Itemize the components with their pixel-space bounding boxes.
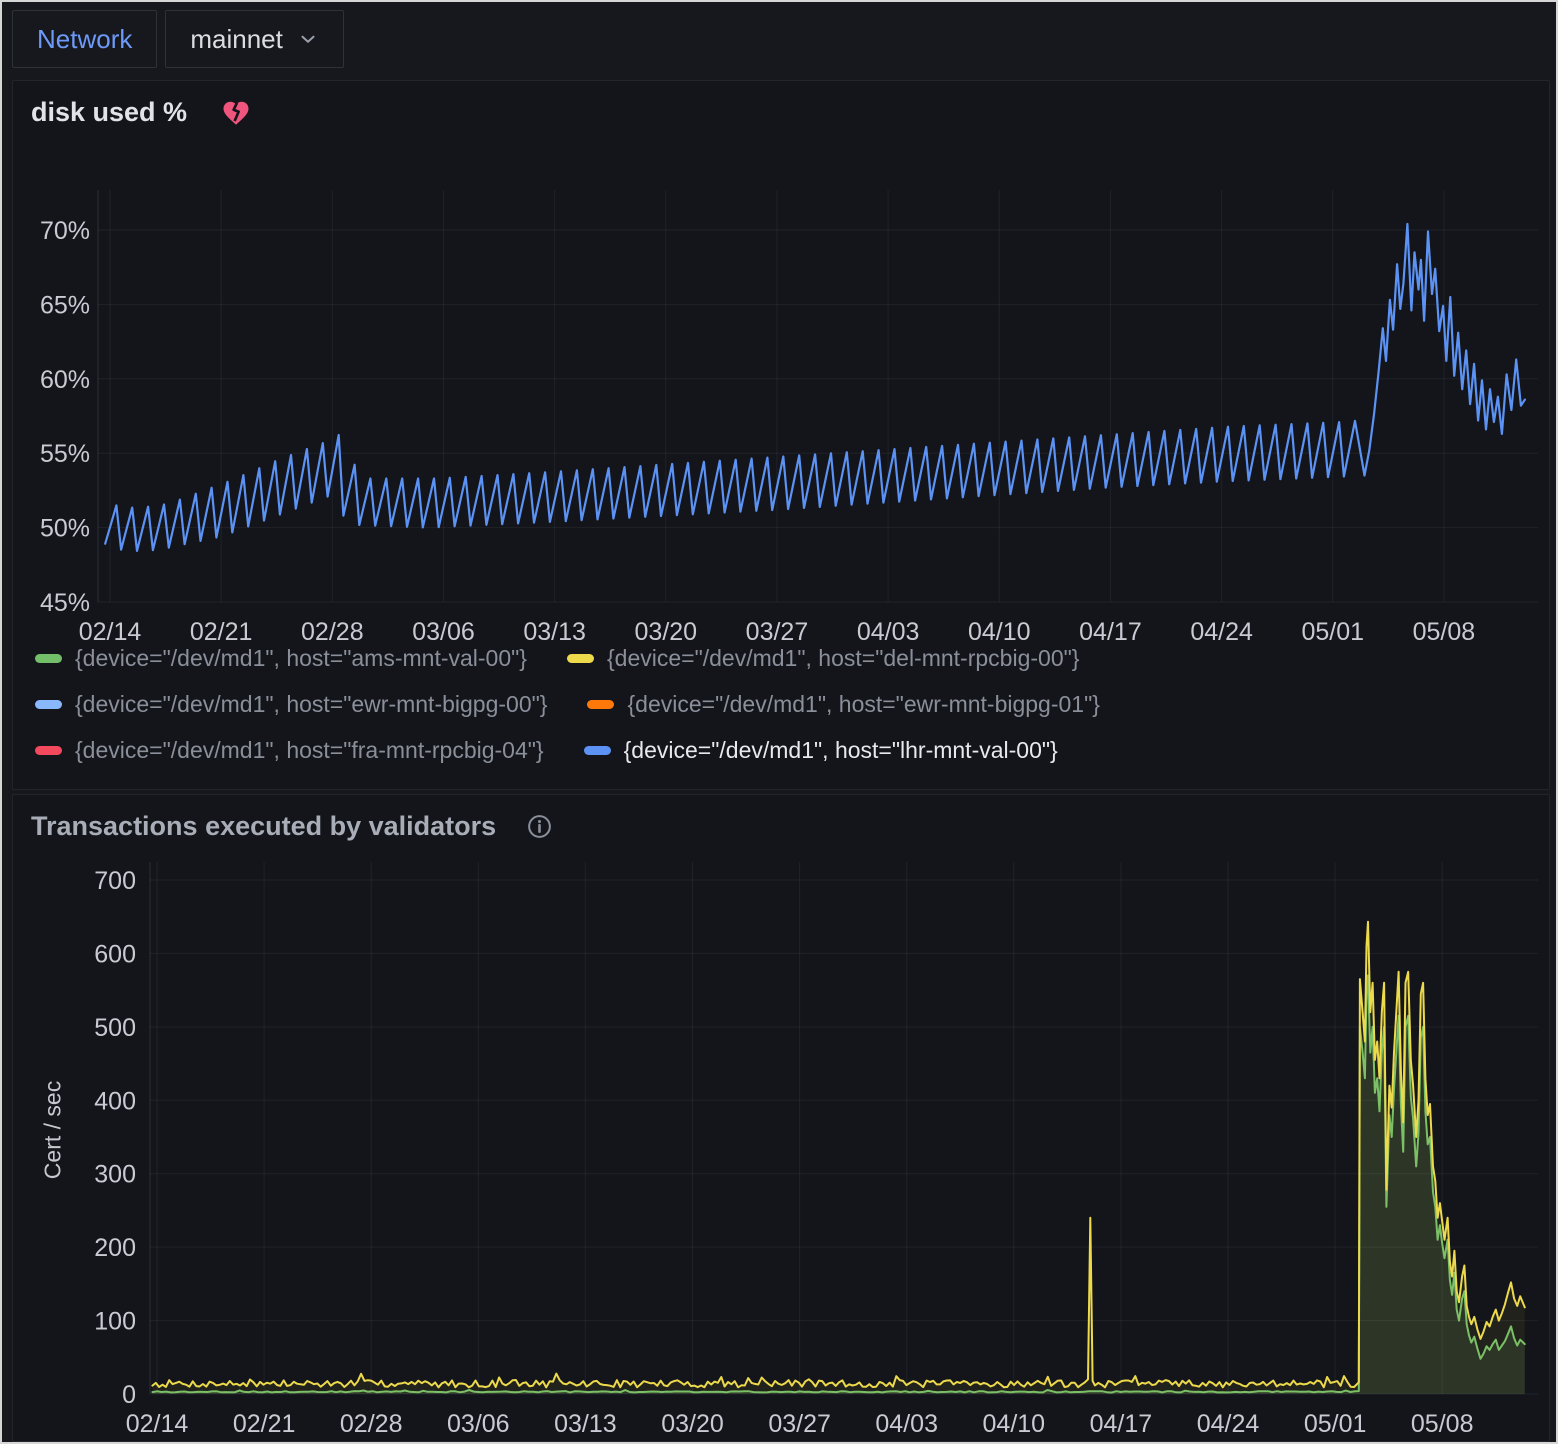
legend-series-label: {device="/dev/md1", host="del-mnt-rpcbig… <box>607 643 1079 674</box>
legend-series-color-chip <box>567 654 594 663</box>
legend-series-color-chip <box>587 700 614 709</box>
panel-disk-used: disk used % {device="/dev/md1", host="am… <box>12 80 1550 790</box>
panel-title-transactions[interactable]: Transactions executed by validators <box>31 811 496 842</box>
variable-label: Network <box>37 24 132 55</box>
legend-series-label: {device="/dev/md1", host="ams-mnt-val-00… <box>75 643 527 674</box>
variable-label-box: Network <box>12 10 157 68</box>
legend-item[interactable]: {device="/dev/md1", host="ams-mnt-val-00… <box>35 643 527 674</box>
legend-series-label: {device="/dev/md1", host="ewr-mnt-bigpg-… <box>75 689 547 720</box>
legend-series-color-chip <box>35 700 62 709</box>
legend-series-label: {device="/dev/md1", host="fra-mnt-rpcbig… <box>75 735 544 766</box>
panel-tx-header: Transactions executed by validators <box>13 795 1549 842</box>
legend-item[interactable]: {device="/dev/md1", host="ewr-mnt-bigpg-… <box>587 689 1099 720</box>
legend-item[interactable]: {device="/dev/md1", host="ewr-mnt-bigpg-… <box>35 689 547 720</box>
panel-transactions: Transactions executed by validators Cert… <box>12 794 1550 1442</box>
legend-series-label: {device="/dev/md1", host="ewr-mnt-bigpg-… <box>627 689 1099 720</box>
panel-title-disk-used[interactable]: disk used % <box>31 97 187 128</box>
legend-series-color-chip <box>584 746 611 755</box>
legend-item[interactable]: {device="/dev/md1", host="del-mnt-rpcbig… <box>567 643 1079 674</box>
panel-disk-header: disk used % <box>13 81 1549 128</box>
y-axis-title: Cert / sec <box>40 1081 67 1179</box>
disk-legend: {device="/dev/md1", host="ams-mnt-val-00… <box>35 643 1529 781</box>
legend-item[interactable]: {device="/dev/md1", host="fra-mnt-rpcbig… <box>35 735 544 766</box>
dashboard-variable-bar: Network mainnet <box>12 10 344 68</box>
grafana-dashboard: Network mainnet disk used % {device="/de… <box>0 0 1558 1444</box>
network-variable-dropdown[interactable]: mainnet <box>165 10 344 68</box>
network-variable-value: mainnet <box>190 24 283 55</box>
chevron-down-icon <box>297 28 319 50</box>
broken-heart-icon[interactable] <box>221 98 251 128</box>
legend-series-color-chip <box>35 746 62 755</box>
info-icon[interactable] <box>526 813 553 840</box>
legend-series-color-chip <box>35 654 62 663</box>
legend-series-label: {device="/dev/md1", host="lhr-mnt-val-00… <box>624 735 1058 766</box>
legend-item[interactable]: {device="/dev/md1", host="lhr-mnt-val-00… <box>584 735 1058 766</box>
